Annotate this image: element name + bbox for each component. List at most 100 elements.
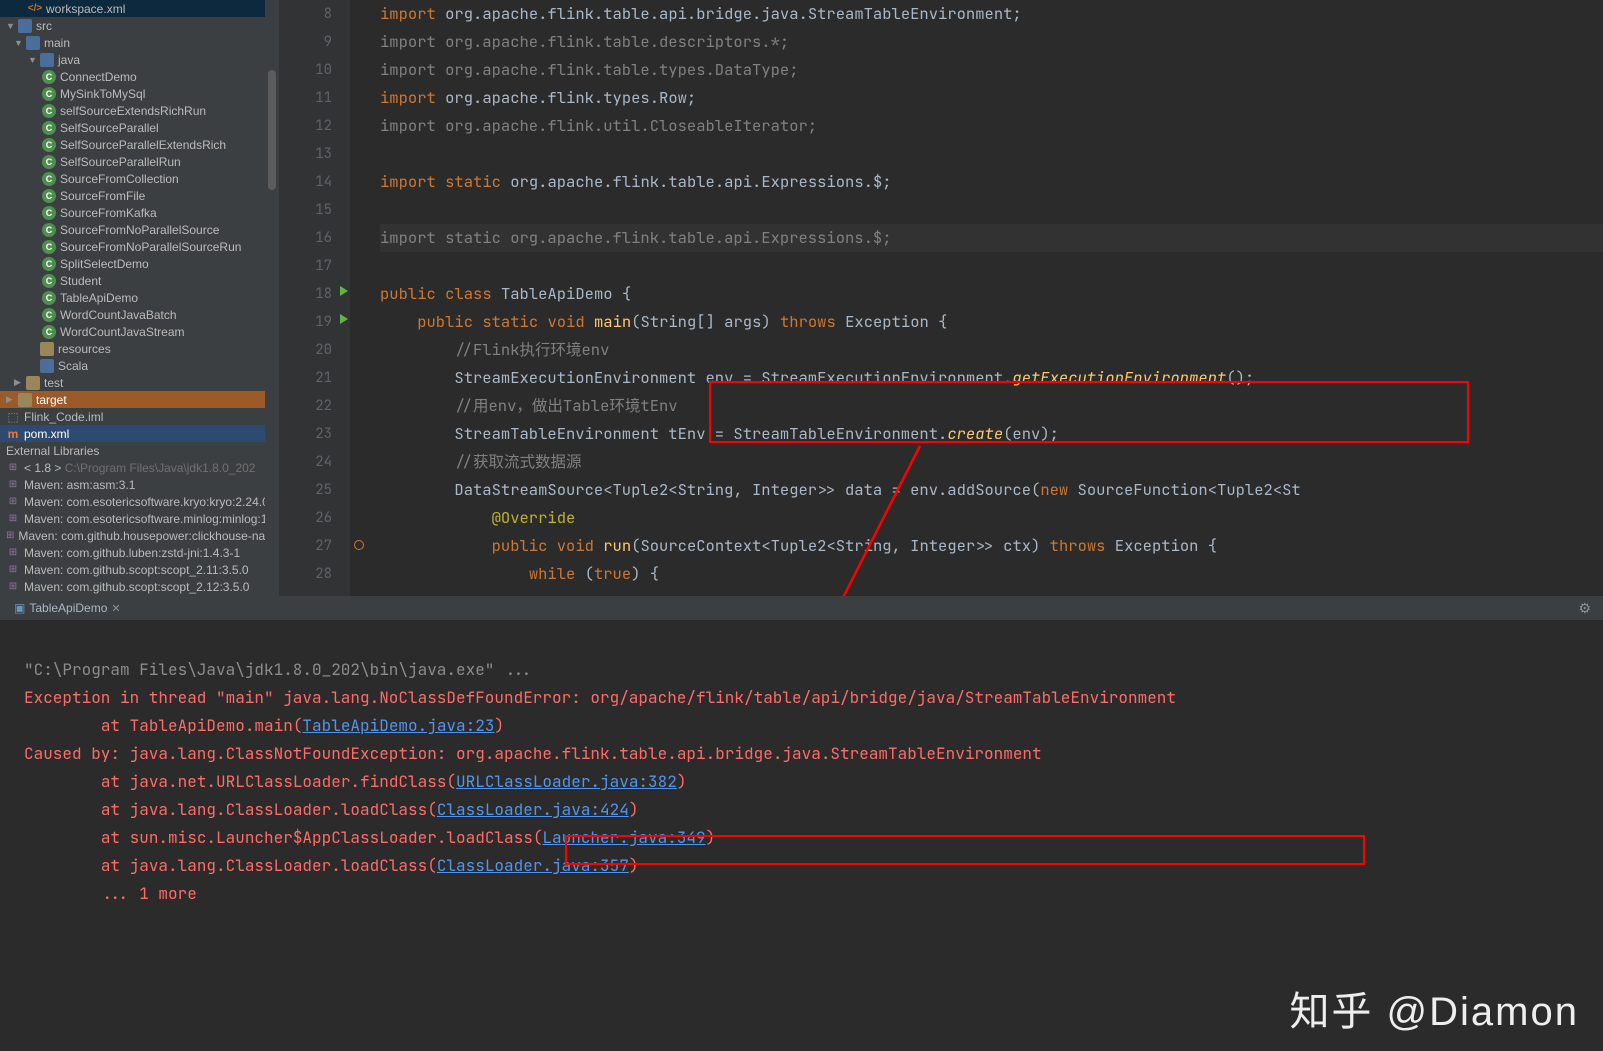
tree-label: test — [44, 376, 63, 390]
tree-label: Maven: com.esotericsoftware.kryo:kryo:2.… — [24, 495, 269, 509]
code-editor[interactable]: 8910111213141516171819202122232425262728… — [280, 0, 1603, 596]
tree-external-libraries[interactable]: External Libraries — [0, 442, 279, 459]
editor-code[interactable]: import org.apache.flink.table.api.bridge… — [350, 0, 1603, 596]
tree-label: selfSourceExtendsRichRun — [60, 104, 206, 118]
console-line: ... 1 more — [24, 883, 197, 904]
tree-file[interactable]: </>workspace.xml — [0, 0, 279, 17]
tab-icon: ▣ — [14, 601, 25, 615]
stacktrace-link[interactable]: TableApiDemo.java:23 — [302, 715, 494, 736]
tree-scrollbar[interactable] — [265, 0, 279, 596]
close-icon[interactable]: ✕ — [111, 602, 120, 615]
tree-label: main — [44, 36, 70, 50]
tree-library[interactable]: ⊞Maven: com.esotericsoftware.minlog:minl… — [0, 510, 279, 527]
stacktrace-link[interactable]: URLClassLoader.java:382 — [456, 771, 677, 792]
tree-class[interactable]: CSourceFromCollection — [0, 170, 279, 187]
tree-label: ConnectDemo — [60, 70, 137, 84]
tree-class[interactable]: CSourceFromNoParallelSource — [0, 221, 279, 238]
tree-label: Maven: asm:asm:3.1 — [24, 478, 135, 492]
tree-label: TableApiDemo — [60, 291, 138, 305]
watermark: 知乎 @Diamon — [1275, 979, 1579, 1037]
tree-library[interactable]: ⊞Maven: com.github.scopt:scopt_2.12:3.5.… — [0, 578, 279, 595]
console-line: Caused by: java.lang.ClassNotFoundExcept… — [24, 743, 456, 764]
tree-file-iml[interactable]: ⬚Flink_Code.iml — [0, 408, 279, 425]
stacktrace-link[interactable]: ClassLoader.java:424 — [437, 799, 629, 820]
project-tree[interactable]: </>workspace.xml ▼src ▼main ▼java CConne… — [0, 0, 280, 596]
console-line: at java.net.URLClassLoader.findClass( — [24, 771, 456, 792]
tree-library[interactable]: ⊞Maven: com.github.scopt:scopt_2.11:3.5.… — [0, 561, 279, 578]
tree-label: java — [58, 53, 80, 67]
tree-label: SelfSourceParallel — [60, 121, 159, 135]
tree-label: SourceFromNoParallelSourceRun — [60, 240, 241, 254]
tree-file-pom[interactable]: mpom.xml — [0, 425, 279, 442]
tree-class[interactable]: CWordCountJavaStream — [0, 323, 279, 340]
tree-label: SplitSelectDemo — [60, 257, 149, 271]
tree-class[interactable]: CWordCountJavaBatch — [0, 306, 279, 323]
tree-label: Maven: com.esotericsoftware.minlog:minlo… — [24, 512, 277, 526]
tree-label: pom.xml — [24, 427, 69, 441]
console-line: at java.lang.ClassLoader.loadClass( — [24, 799, 437, 820]
tree-label: < 1.8 > — [24, 461, 61, 475]
console-line: Exception in thread "main" java.lang.NoC… — [24, 687, 1176, 708]
tree-label: SourceFromNoParallelSource — [60, 223, 219, 237]
tree-class[interactable]: CSourceFromNoParallelSourceRun — [0, 238, 279, 255]
tree-label: workspace.xml — [46, 2, 125, 16]
tab-label: TableApiDemo — [29, 601, 107, 615]
tree-class[interactable]: CSelfSourceParallelRun — [0, 153, 279, 170]
tree-label: Maven: com.github.luben:zstd-jni:1.4.3-1 — [24, 546, 240, 560]
tree-library[interactable]: ⊞Maven: com.esotericsoftware.kryo:kryo:2… — [0, 493, 279, 510]
tree-label: Maven: com.github.scopt:scopt_2.12:3.5.0 — [24, 580, 249, 594]
tree-class[interactable]: CSourceFromFile — [0, 187, 279, 204]
editor-gutter: 8910111213141516171819202122232425262728 — [280, 0, 350, 596]
tree-label: WordCountJavaBatch — [60, 308, 177, 322]
console-cmd: "C:\Program Files\Java\jdk1.8.0_202\bin\… — [24, 659, 533, 680]
tree-library[interactable]: ⊞Maven: asm:asm:3.1 — [0, 476, 279, 493]
gear-icon[interactable]: ⚙ — [1578, 600, 1591, 617]
tree-folder-java[interactable]: ▼java — [0, 51, 279, 68]
tree-label: Flink_Code.iml — [24, 410, 103, 424]
tree-path: C:\Program Files\Java\jdk1.8.0_202 — [65, 461, 256, 475]
tree-class[interactable]: CselfSourceExtendsRichRun — [0, 102, 279, 119]
tree-label: Maven: com.github.housepower:clickhouse-… — [18, 529, 280, 543]
tree-label: External Libraries — [6, 444, 99, 458]
tree-label: src — [36, 19, 52, 33]
tree-label: Maven: com.github.scopt:scopt_2.11:3.5.0 — [24, 563, 249, 577]
tree-class[interactable]: CSelfSourceParallel — [0, 119, 279, 136]
run-tab[interactable]: ▣ TableApiDemo ✕ — [8, 599, 127, 617]
tree-class[interactable]: CStudent — [0, 272, 279, 289]
stacktrace-link[interactable]: Launcher.java:349 — [542, 827, 705, 848]
tree-folder-resources[interactable]: resources — [0, 340, 279, 357]
tree-label: SourceFromKafka — [60, 206, 157, 220]
tree-library[interactable]: ⊞Maven: com.github.housepower:clickhouse… — [0, 527, 279, 544]
tree-class[interactable]: CSourceFromKafka — [0, 204, 279, 221]
tree-class[interactable]: CTableApiDemo — [0, 289, 279, 306]
tree-label: MySinkToMySql — [60, 87, 145, 101]
tree-label: target — [36, 393, 67, 407]
tree-library[interactable]: ⊞Maven: com.github.luben:zstd-jni:1.4.3-… — [0, 544, 279, 561]
tree-label: Scala — [58, 359, 88, 373]
tree-label: resources — [58, 342, 111, 356]
tree-class[interactable]: CConnectDemo — [0, 68, 279, 85]
tree-label: WordCountJavaStream — [60, 325, 185, 339]
tree-jdk[interactable]: ⊞< 1.8 > C:\Program Files\Java\jdk1.8.0_… — [0, 459, 279, 476]
tree-folder-test[interactable]: ▶test — [0, 374, 279, 391]
tree-class[interactable]: CSplitSelectDemo — [0, 255, 279, 272]
console-line: at TableApiDemo.main( — [24, 715, 302, 736]
tree-label: Student — [60, 274, 101, 288]
tree-folder-src[interactable]: ▼src — [0, 17, 279, 34]
tree-folder-main[interactable]: ▼main — [0, 34, 279, 51]
tree-label: SourceFromCollection — [60, 172, 179, 186]
watermark-text: 知乎 @Diamon — [1289, 979, 1579, 1037]
tree-folder-target[interactable]: ▶target — [0, 391, 279, 408]
console-line: ) — [494, 715, 504, 736]
run-tab-bar: ▣ TableApiDemo ✕ ⚙ — [0, 596, 1603, 620]
tree-class[interactable]: CSelfSourceParallelExtendsRich — [0, 136, 279, 153]
tree-label: SourceFromFile — [60, 189, 145, 203]
tree-class[interactable]: CMySinkToMySql — [0, 85, 279, 102]
tree-label: SelfSourceParallelRun — [60, 155, 181, 169]
console-line: at sun.misc.Launcher$AppClassLoader.load… — [24, 827, 542, 848]
tree-folder-scala[interactable]: Scala — [0, 357, 279, 374]
console-line: at java.lang.ClassLoader.loadClass( — [24, 855, 437, 876]
stacktrace-link[interactable]: ClassLoader.java:357 — [437, 855, 629, 876]
tree-label: SelfSourceParallelExtendsRich — [60, 138, 226, 152]
console-classname: org.apache.flink.table.api.bridge.java.S… — [456, 743, 1042, 764]
